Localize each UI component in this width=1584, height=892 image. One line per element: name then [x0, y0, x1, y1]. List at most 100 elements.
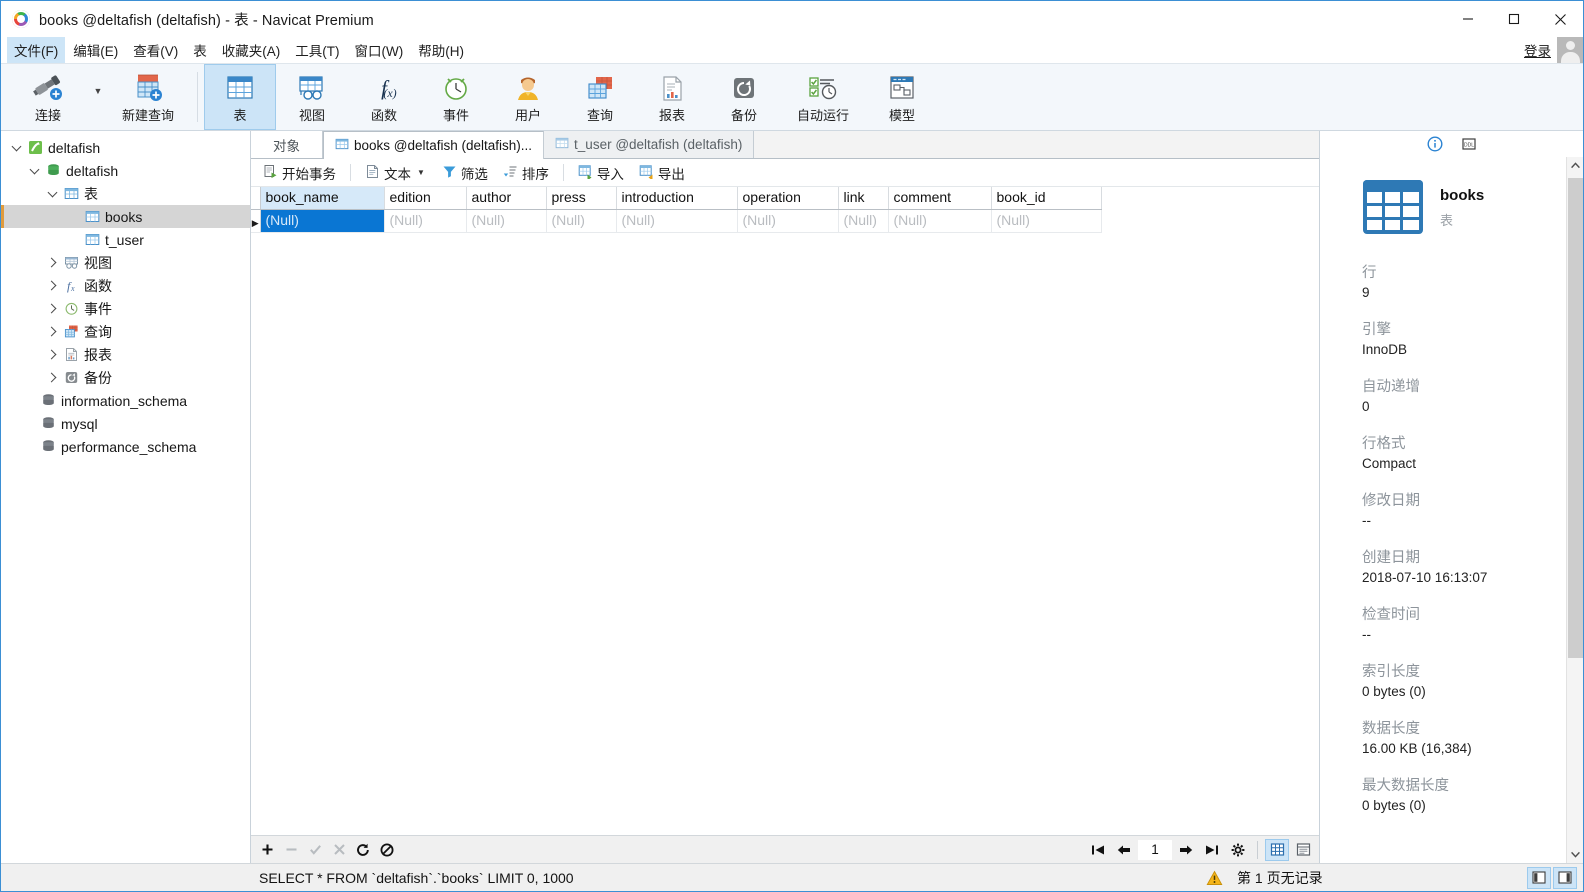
form-view-icon[interactable] [1291, 839, 1315, 861]
chevron-right-icon[interactable] [43, 259, 61, 266]
grid-col-book-name[interactable]: book_name [260, 187, 385, 210]
menu-view[interactable]: 查看(V) [126, 37, 185, 63]
chevron-right-icon[interactable] [43, 351, 61, 358]
tree-node-functions-folder[interactable]: fx 函数 [1, 274, 250, 297]
chevron-right-icon[interactable] [43, 282, 61, 289]
tree-node-database-deltafish[interactable]: deltafish [1, 159, 250, 182]
toolbar-automation[interactable]: 自动运行 [780, 64, 866, 130]
chevron-up-icon[interactable] [1567, 157, 1584, 174]
tree-node-database-mysql[interactable]: mysql [1, 412, 250, 435]
toolbar-new-query[interactable]: 新建查询 [105, 64, 191, 130]
toolbar-event[interactable]: 事件 [420, 64, 492, 130]
toolbar-model[interactable]: 模型 [866, 64, 938, 130]
table-row[interactable]: ▶ (Null) (Null) (Null) (Null) (Null) (Nu… [251, 209, 1102, 233]
grid-col-link[interactable]: link [838, 187, 889, 210]
avatar[interactable] [1557, 37, 1583, 63]
grid-col-press[interactable]: press [546, 187, 617, 210]
tree-node-events-folder[interactable]: 事件 [1, 297, 250, 320]
toolbar-user[interactable]: 用户 [492, 64, 564, 130]
chevron-right-icon[interactable] [43, 328, 61, 335]
scrollbar-thumb[interactable] [1567, 178, 1583, 658]
tree-node-reports-folder[interactable]: 报表 [1, 343, 250, 366]
previous-page-icon[interactable] [1112, 838, 1136, 862]
menu-tools[interactable]: 工具(T) [288, 37, 346, 63]
chevron-down-icon[interactable] [1567, 846, 1584, 863]
maximize-icon[interactable] [1491, 1, 1537, 37]
close-icon[interactable] [1537, 1, 1583, 37]
tree-node-views-folder[interactable]: 视图 [1, 251, 250, 274]
toolbar-function[interactable]: f (x) 函数 [348, 64, 420, 130]
menu-favorites[interactable]: 收藏夹(A) [215, 37, 288, 63]
tree-node-table-t-user[interactable]: t_user [1, 228, 250, 251]
grid-col-author[interactable]: author [466, 187, 547, 210]
grid-cell[interactable]: (Null) [888, 209, 992, 233]
remove-record-icon[interactable] [279, 838, 303, 862]
grid-col-introduction[interactable]: introduction [616, 187, 738, 210]
apply-change-icon[interactable] [303, 838, 327, 862]
last-page-icon[interactable] [1200, 838, 1224, 862]
menu-table[interactable]: 表 [186, 37, 214, 63]
toolbar-backup[interactable]: 备份 [708, 64, 780, 130]
toggle-right-panel-icon[interactable] [1553, 866, 1577, 889]
menu-edit[interactable]: 编辑(E) [66, 37, 125, 63]
toolbar-report[interactable]: 报表 [636, 64, 708, 130]
scrollbar-track[interactable] [1567, 174, 1584, 846]
info-panel-scrollbar[interactable] [1566, 157, 1583, 863]
grid-col-edition[interactable]: edition [384, 187, 467, 210]
begin-transaction-button[interactable]: 开始事务 [257, 161, 342, 185]
chevron-down-icon[interactable] [25, 169, 43, 173]
grid-cell[interactable]: (Null) [260, 209, 385, 233]
menu-file[interactable]: 文件(F) [7, 37, 66, 63]
tree-node-tables-folder[interactable]: 表 [1, 182, 250, 205]
grid-cell[interactable]: (Null) [466, 209, 547, 233]
first-page-icon[interactable] [1086, 838, 1110, 862]
tab-books[interactable]: books @deltafish (deltafish)... [323, 131, 545, 159]
filter-button[interactable]: 筛选 [436, 161, 494, 185]
toolbar-connection[interactable]: 连接 [5, 64, 91, 130]
tree-node-database-information-schema[interactable]: information_schema [1, 389, 250, 412]
grid-cell[interactable]: (Null) [546, 209, 617, 233]
grid-col-operation[interactable]: operation [737, 187, 839, 210]
tree-node-database-performance-schema[interactable]: performance_schema [1, 435, 250, 458]
toggle-left-panel-icon[interactable] [1527, 866, 1551, 889]
tree-node-backups-folder[interactable]: 备份 [1, 366, 250, 389]
page-number-input[interactable] [1138, 839, 1172, 860]
chevron-right-icon[interactable] [43, 374, 61, 381]
toolbar-query[interactable]: 查询 [564, 64, 636, 130]
object-tree-sidebar[interactable]: deltafish deltafish 表 books t_user 视图 f … [1, 131, 251, 863]
text-button[interactable]: 文本 ▼ [359, 161, 433, 185]
import-button[interactable]: 导入 [572, 161, 630, 185]
grid-view-icon[interactable] [1265, 838, 1289, 861]
chevron-down-icon[interactable] [43, 192, 61, 196]
tab-t-user[interactable]: t_user @deltafish (deltafish) [544, 131, 755, 158]
sort-button[interactable]: 排序 [497, 161, 555, 185]
grid-cell[interactable]: (Null) [384, 209, 467, 233]
export-button[interactable]: 导出 [633, 161, 691, 185]
refresh-icon[interactable] [351, 838, 375, 862]
chevron-right-icon[interactable] [43, 305, 61, 312]
grid-col-book-id[interactable]: book_id [991, 187, 1102, 210]
connection-dropdown-caret[interactable]: ▼ [91, 64, 105, 130]
toolbar-view[interactable]: 视图 [276, 64, 348, 130]
grid-cell[interactable]: (Null) [991, 209, 1102, 233]
cancel-change-icon[interactable] [327, 838, 351, 862]
grid-cell[interactable]: (Null) [838, 209, 889, 233]
chevron-down-icon[interactable]: ▼ [415, 168, 427, 177]
settings-gear-icon[interactable] [1226, 838, 1250, 862]
data-grid[interactable]: book_name edition author press introduct… [251, 187, 1319, 835]
tree-node-queries-folder[interactable]: 查询 [1, 320, 250, 343]
chevron-down-icon[interactable] [7, 146, 25, 150]
grid-cell[interactable]: (Null) [616, 209, 738, 233]
grid-col-comment[interactable]: comment [888, 187, 992, 210]
stop-icon[interactable] [375, 838, 399, 862]
grid-cell[interactable]: (Null) [737, 209, 839, 233]
info-circle-icon[interactable] [1426, 136, 1443, 152]
tree-node-connection-deltafish[interactable]: deltafish [1, 136, 250, 159]
next-page-icon[interactable] [1174, 838, 1198, 862]
add-record-icon[interactable] [255, 838, 279, 862]
tab-objects[interactable]: 对象 [251, 131, 323, 158]
login-link[interactable]: 登录 [1524, 40, 1551, 60]
tree-node-table-books[interactable]: books [1, 205, 250, 228]
menu-help[interactable]: 帮助(H) [411, 37, 471, 63]
menu-window[interactable]: 窗口(W) [348, 37, 411, 63]
